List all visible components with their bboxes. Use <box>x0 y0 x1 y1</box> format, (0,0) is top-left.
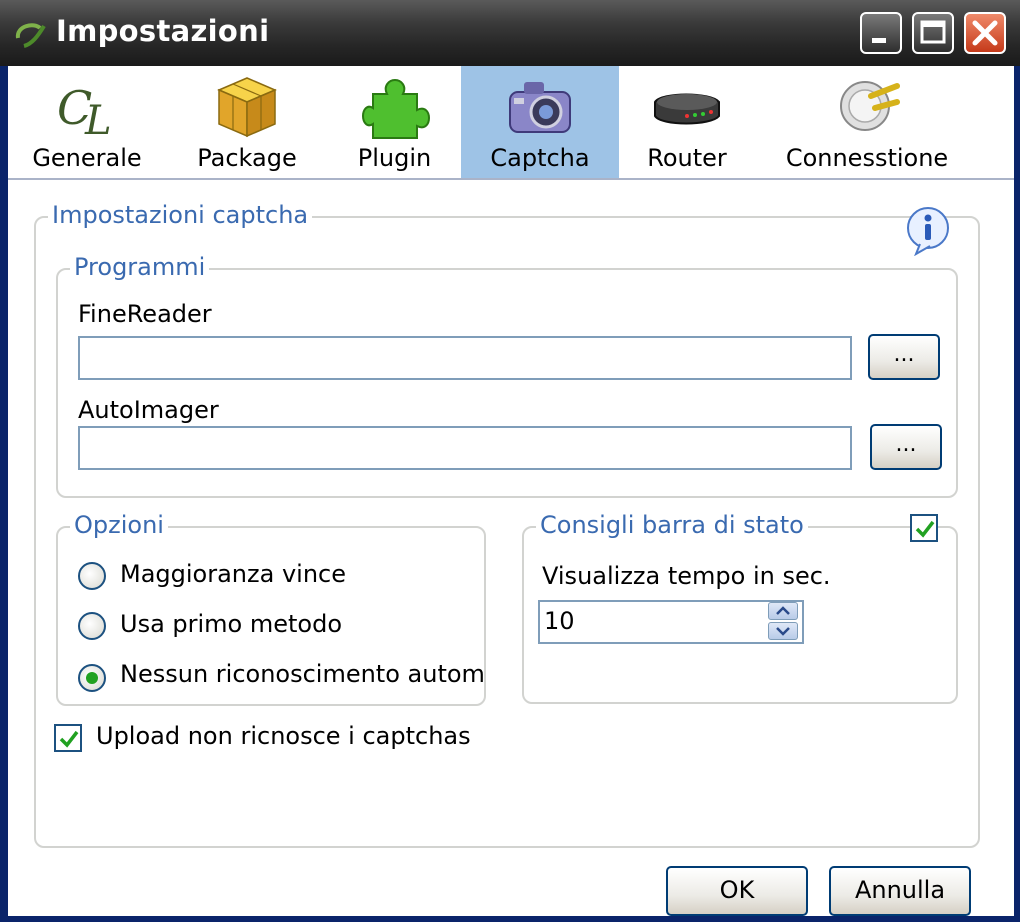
radio-primo-metodo[interactable] <box>78 612 106 640</box>
minimize-button[interactable] <box>860 12 902 54</box>
group-title: Impostazioni captcha <box>48 200 313 230</box>
svg-text:L: L <box>84 98 112 142</box>
upload-checkbox[interactable] <box>54 724 82 752</box>
time-spinner[interactable] <box>768 602 802 642</box>
tab-generale[interactable]: C L Generale <box>8 66 166 178</box>
app-logo-icon <box>15 23 46 48</box>
checkmark-icon <box>59 730 79 748</box>
finereader-label: FineReader <box>78 300 212 328</box>
spin-down-button[interactable] <box>768 622 798 640</box>
options-group: Opzioni Maggioranza vince Usa primo meto… <box>56 510 486 706</box>
radio-label: Nessun riconoscimento automatico <box>120 660 484 688</box>
tab-package[interactable]: Package <box>166 66 328 178</box>
minimize-icon <box>872 38 886 43</box>
radio-maggioranza[interactable] <box>78 562 106 590</box>
radio-label: Maggioranza vince <box>120 560 346 588</box>
dialog-body: C L Generale Package Plugin Captcha Rout… <box>8 66 1014 916</box>
arrow-down-icon <box>776 627 790 636</box>
router-icon <box>654 93 720 125</box>
cl-logo-icon: C L <box>57 81 112 142</box>
captcha-settings-group: Impostazioni captcha Programmi FineReade… <box>34 200 980 848</box>
tab-label: Connesstione <box>785 144 949 172</box>
close-icon <box>972 20 998 46</box>
info-icon[interactable] <box>904 204 956 256</box>
spin-up-button[interactable] <box>768 602 798 620</box>
tab-label: Generale <box>32 144 142 172</box>
programs-group: Programmi FineReader ... AutoImager ... <box>56 252 958 498</box>
time-seconds-input[interactable]: 10 <box>538 600 804 644</box>
tab-label: Captcha <box>490 144 590 172</box>
statusbar-enable-checkbox[interactable] <box>910 514 938 542</box>
autoimager-label: AutoImager <box>78 396 219 424</box>
tab-plugin[interactable]: Plugin <box>328 66 461 178</box>
tab-connessione[interactable]: Connesstione <box>755 66 979 178</box>
radio-label: Usa primo metodo <box>120 610 343 638</box>
puzzle-icon <box>361 78 430 139</box>
upload-label: Upload non ricnosce i captchas <box>96 722 471 750</box>
checkmark-icon <box>915 520 935 538</box>
package-icon <box>217 77 277 138</box>
tab-label: Package <box>197 144 297 172</box>
statusbar-tips-group: Consigli barra di stato Visualizza tempo… <box>522 510 958 704</box>
ok-button[interactable]: OK <box>666 866 808 916</box>
radio-nessun-riconoscimento[interactable] <box>78 664 106 692</box>
arrow-up-icon <box>776 606 790 615</box>
finereader-path-input[interactable] <box>78 336 852 380</box>
window-title: Impostazioni <box>56 14 270 48</box>
time-value: 10 <box>544 607 575 635</box>
close-button[interactable] <box>964 12 1006 54</box>
maximize-button[interactable] <box>912 12 954 54</box>
tab-router[interactable]: Router <box>619 66 755 178</box>
statusbar-title: Consigli barra di stato <box>536 510 808 540</box>
settings-toolbar: C L Generale Package Plugin Captcha Rout… <box>8 66 1014 180</box>
autoimager-browse-button[interactable]: ... <box>870 424 942 470</box>
tab-label: Plugin <box>357 144 432 172</box>
title-bar[interactable]: Impostazioni <box>0 0 1020 66</box>
cancel-button[interactable]: Annulla <box>829 866 971 916</box>
time-label: Visualizza tempo in sec. <box>542 562 831 590</box>
tab-label: Router <box>647 144 727 172</box>
finereader-browse-button[interactable]: ... <box>868 334 940 380</box>
camera-icon <box>509 82 571 133</box>
options-title: Opzioni <box>70 510 168 540</box>
plug-icon <box>840 81 900 131</box>
programs-title: Programmi <box>70 252 210 282</box>
settings-window: Impostazioni C L Generale Package Plugin… <box>0 0 1020 922</box>
maximize-icon <box>920 20 946 44</box>
autoimager-path-input[interactable] <box>78 426 852 470</box>
tab-captcha[interactable]: Captcha <box>461 66 619 178</box>
